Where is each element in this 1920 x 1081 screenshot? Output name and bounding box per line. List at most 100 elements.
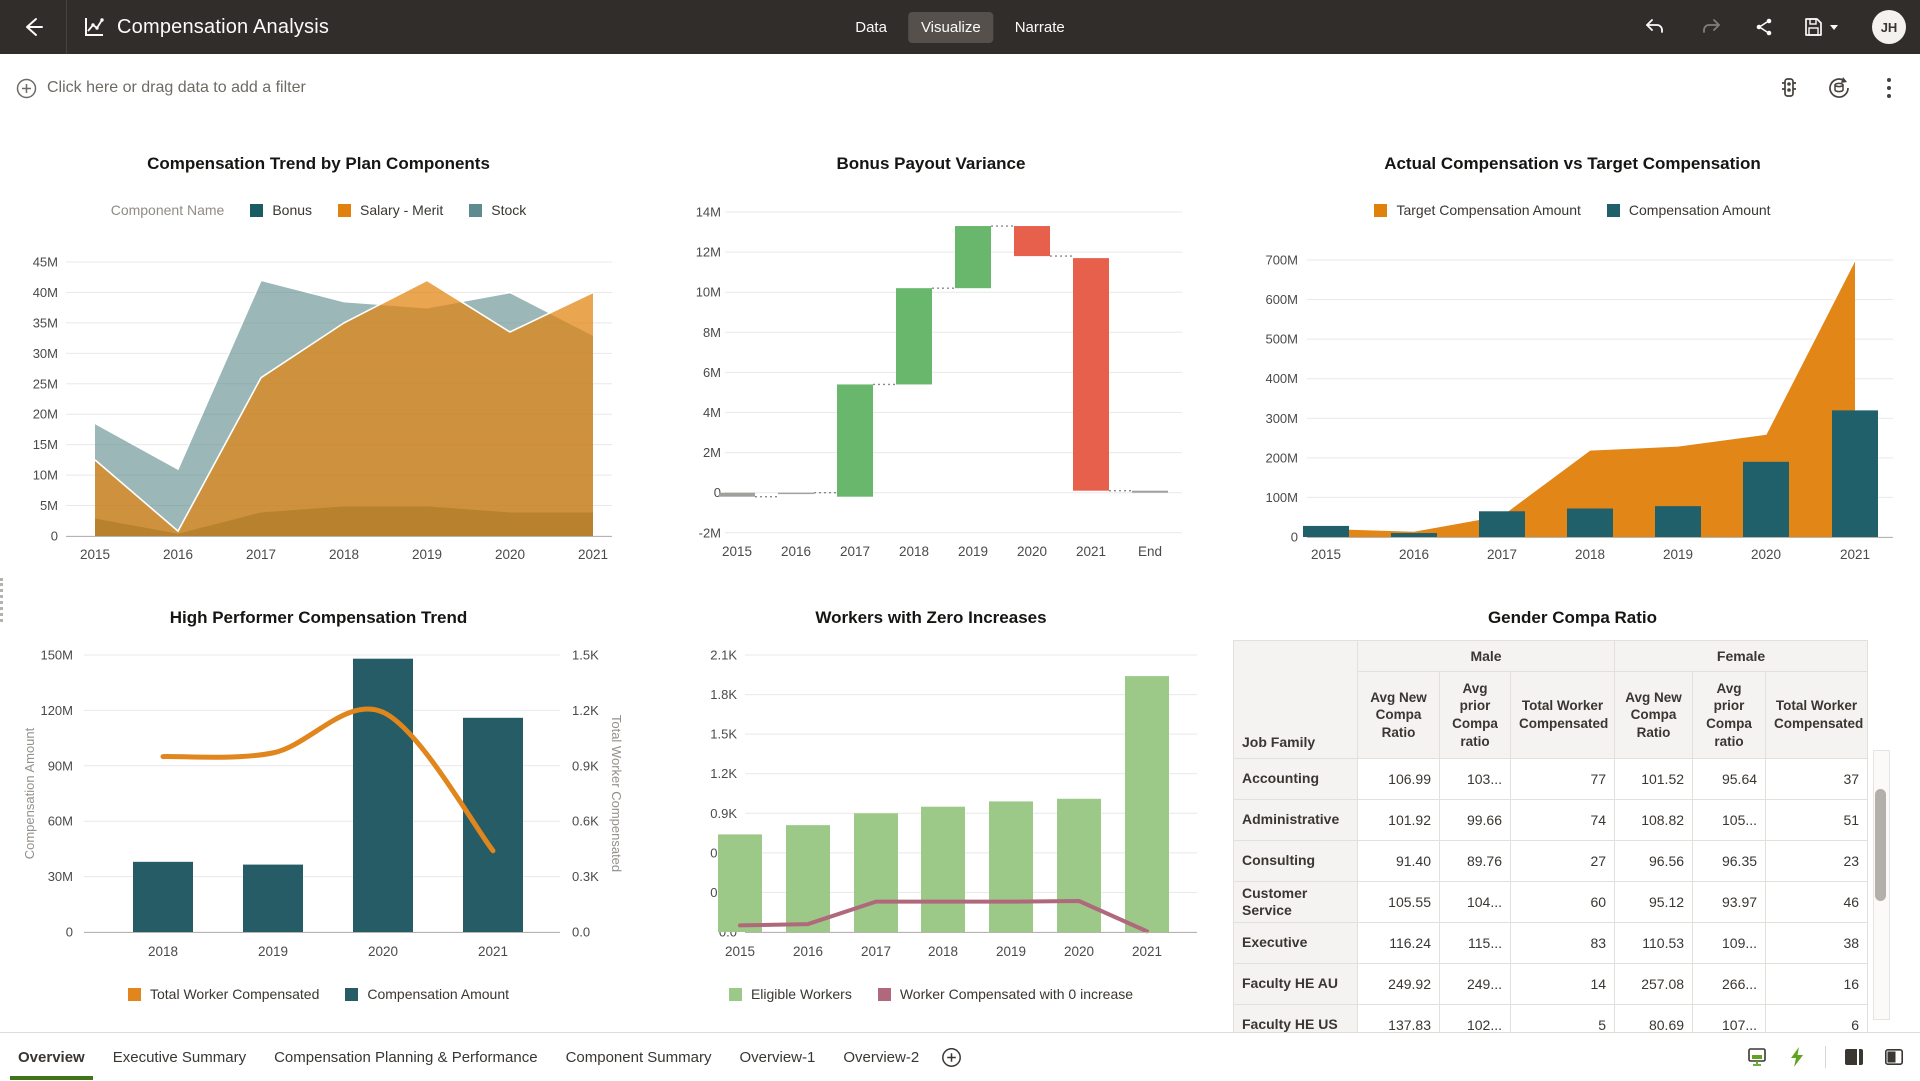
bar[interactable] (786, 825, 830, 932)
viz-panel-high-performer-compensation-trend[interactable]: High Performer Compensation Trend 150M12… (0, 600, 638, 1032)
waterfall-bar[interactable] (1014, 226, 1050, 256)
table-row[interactable]: Faculty HE AU249.92249...14257.08266...1… (1234, 964, 1868, 1005)
legend-item[interactable]: Compensation Amount (1607, 202, 1771, 218)
toggle-right-pane-button[interactable] (1842, 1045, 1866, 1069)
canvas-tab[interactable]: Compensation Planning & Performance (262, 1035, 549, 1080)
bar[interactable] (1057, 799, 1101, 932)
user-avatar[interactable]: JH (1872, 10, 1906, 44)
table-row[interactable]: Customer Service105.55104...6095.1293.97… (1234, 882, 1868, 923)
waterfall-bar[interactable] (719, 493, 755, 497)
value-cell: 80.69 (1615, 1005, 1693, 1033)
canvas-tab[interactable]: Executive Summary (101, 1035, 258, 1080)
present-mode-button[interactable] (1745, 1045, 1769, 1069)
waterfall-bar[interactable] (955, 226, 991, 288)
toggle-left-pane-button[interactable] (1882, 1045, 1906, 1069)
table-row[interactable]: Administrative101.9299.6674108.82105...5… (1234, 800, 1868, 841)
column-header[interactable]: Avg prior Compa ratio (1440, 672, 1511, 759)
plot-area[interactable]: 150M120M90M60M30M01.5K1.2K0.9K0.6K0.3K0.… (0, 640, 637, 985)
bar[interactable] (463, 718, 523, 932)
undo-button[interactable] (1642, 15, 1666, 39)
legend-label: Total Worker Compensated (150, 986, 319, 1002)
plot-area[interactable]: 700M600M500M400M300M200M100M020152016201… (1225, 244, 1920, 601)
waterfall-bar[interactable] (778, 493, 814, 494)
legend-swatch (250, 204, 263, 217)
viz-panel-actual-vs-target-compensation[interactable]: Actual Compensation vs Target Compensati… (1225, 122, 1920, 601)
back-arrow-icon (22, 16, 44, 38)
legend-item[interactable]: Total Worker Compensated (128, 986, 319, 1002)
group-header[interactable]: Female (1615, 641, 1868, 672)
y-tick-label-right: 0.9K (572, 758, 599, 773)
bar[interactable] (133, 862, 193, 932)
bar[interactable] (1655, 506, 1701, 537)
plot-area[interactable]: 45M40M35M30M25M20M15M10M5M02015201620172… (0, 244, 637, 601)
mode-tab-data[interactable]: Data (842, 12, 900, 43)
column-header[interactable]: Avg New Compa Ratio (1615, 672, 1693, 759)
table-row[interactable]: Accounting106.99103...77101.5295.6437 (1234, 759, 1868, 800)
bar[interactable] (854, 813, 898, 932)
column-header[interactable]: Total Worker Compensated (1766, 672, 1868, 759)
legend-item[interactable]: Compensation Amount (345, 986, 509, 1002)
table-scrollbar[interactable] (1873, 750, 1890, 1020)
table-row[interactable]: Faculty HE US137.83102...580.69107...6 (1234, 1005, 1868, 1033)
plot-area[interactable]: 14M12M10M8M6M4M2M0-2M2015201620172018201… (637, 182, 1225, 601)
auto-apply-data-button[interactable] (1785, 1045, 1809, 1069)
bar[interactable] (718, 834, 762, 932)
back-button[interactable] (0, 0, 67, 54)
mode-tab-visualize[interactable]: Visualize (908, 12, 994, 43)
add-filter-target[interactable]: Click here or drag data to add a filter (16, 78, 306, 99)
trend-line[interactable] (163, 709, 493, 851)
table-row[interactable]: Consulting91.4089.762796.5696.3523 (1234, 841, 1868, 882)
plot-area[interactable]: 2.1K1.8K1.5K1.2K0.9K0.6K0.3K0.0201520162… (637, 640, 1225, 985)
bar[interactable] (1743, 462, 1789, 537)
refresh-data-button[interactable] (1826, 75, 1852, 101)
group-header[interactable]: Male (1358, 641, 1615, 672)
waterfall-bar[interactable] (1073, 258, 1109, 491)
mode-tab-narrate[interactable]: Narrate (1002, 12, 1078, 43)
bar[interactable] (1567, 509, 1613, 537)
legend-item[interactable]: Target Compensation Amount (1374, 202, 1580, 218)
canvas-tab[interactable]: Overview-2 (831, 1035, 931, 1080)
canvas-tab[interactable]: Overview (6, 1035, 97, 1080)
canvas-tab[interactable]: Component Summary (554, 1035, 724, 1080)
redo-button[interactable] (1700, 15, 1724, 39)
legend-item[interactable]: Worker Compensated with 0 increase (878, 986, 1133, 1002)
column-header[interactable]: Avg prior Compa ratio (1693, 672, 1766, 759)
y-tick-label: 100M (1265, 490, 1298, 505)
viz-panel-compensation-trend-by-plan-components[interactable]: Compensation Trend by Plan Components Co… (0, 122, 638, 601)
legend-item[interactable]: Stock (469, 202, 526, 218)
add-canvas-button[interactable] (941, 1047, 962, 1068)
viz-panel-workers-with-zero-increases[interactable]: Workers with Zero Increases 2.1K1.8K1.5K… (637, 600, 1226, 1032)
save-button[interactable] (1802, 15, 1842, 39)
column-header[interactable]: Total Worker Compensated (1511, 672, 1615, 759)
limit-values-button[interactable] (1776, 75, 1802, 101)
share-button[interactable] (1752, 15, 1776, 39)
legend-item[interactable]: Eligible Workers (729, 986, 852, 1002)
bar[interactable] (1391, 533, 1437, 537)
column-header[interactable]: Job Family (1234, 641, 1358, 759)
bar[interactable] (1479, 511, 1525, 537)
value-cell: 96.56 (1615, 841, 1693, 882)
bar[interactable] (989, 801, 1033, 932)
legend-item[interactable]: Bonus (250, 202, 312, 218)
table-row[interactable]: Executive116.24115...83110.53109...38 (1234, 923, 1868, 964)
scrollbar-thumb[interactable] (1875, 789, 1886, 901)
bar[interactable] (1303, 526, 1349, 537)
viz-panel-gender-compa-ratio[interactable]: Gender Compa Ratio Job FamilyMaleFemaleA… (1225, 600, 1920, 1032)
waterfall-bar[interactable] (837, 384, 873, 496)
waterfall-bar[interactable] (1132, 491, 1168, 493)
column-header[interactable]: Avg New Compa Ratio (1358, 672, 1440, 759)
canvas-tab[interactable]: Overview-1 (727, 1035, 827, 1080)
bar[interactable] (243, 865, 303, 932)
bar[interactable] (1125, 676, 1169, 932)
chart-title: Workers with Zero Increases (637, 608, 1225, 628)
viz-panel-bonus-payout-variance[interactable]: Bonus Payout Variance 14M12M10M8M6M4M2M0… (637, 122, 1226, 601)
legend-item[interactable]: Salary - Merit (338, 202, 443, 218)
bar[interactable] (1832, 410, 1878, 537)
panel-resize-handle[interactable] (0, 578, 3, 622)
waterfall-bar[interactable] (896, 288, 932, 384)
bar[interactable] (921, 807, 965, 932)
canvas-bar-actions (1745, 1045, 1906, 1069)
canvas-menu-button[interactable] (1876, 75, 1902, 101)
bar[interactable] (353, 659, 413, 932)
x-tick-label: 2021 (578, 547, 608, 562)
